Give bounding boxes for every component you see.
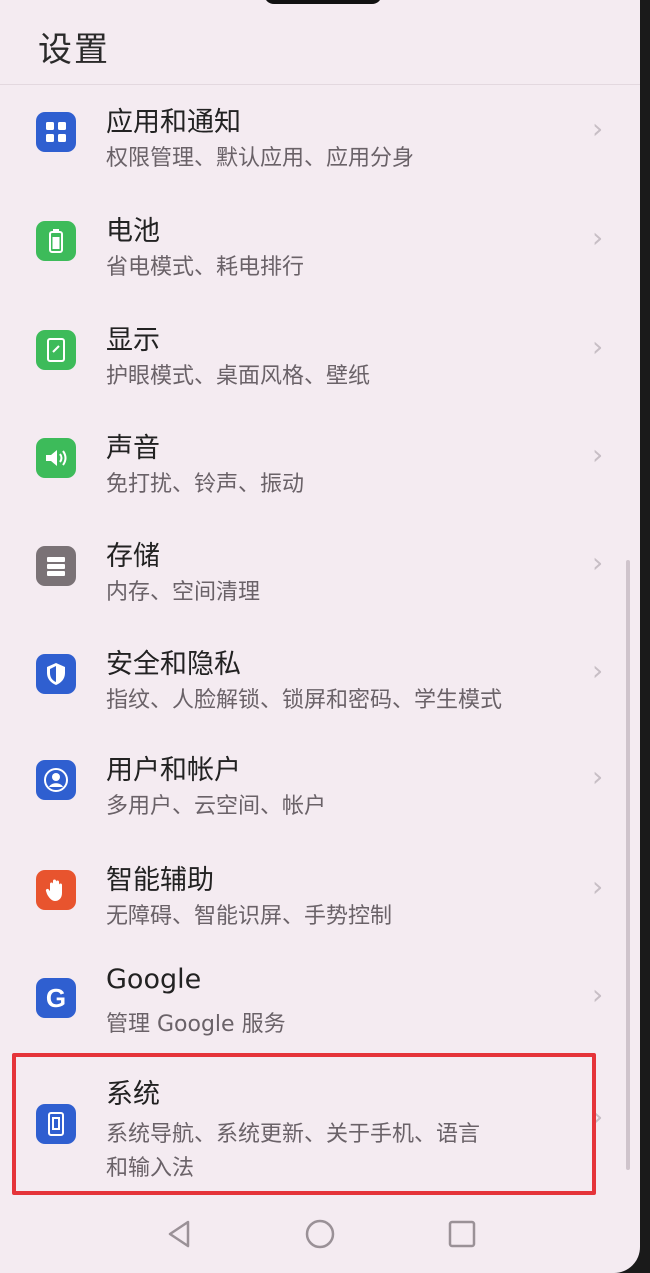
home-icon[interactable] (300, 1214, 340, 1254)
settings-item-label: 声音 (106, 433, 160, 464)
scrollbar[interactable] (626, 560, 630, 1170)
chevron-right-icon: › (592, 221, 604, 254)
shield-icon (36, 654, 76, 694)
settings-item-accounts[interactable]: 用户和帐户 多用户、云空间、帐户 › (0, 736, 640, 844)
user-icon (36, 760, 76, 800)
display-icon (36, 330, 76, 370)
chevron-right-icon: › (592, 654, 604, 687)
chevron-right-icon: › (592, 760, 604, 793)
header-divider (0, 84, 640, 85)
settings-item-storage[interactable]: 存储 内存、空间清理 › (0, 522, 640, 630)
settings-item-description: 权限管理、默认应用、应用分身 (106, 146, 415, 171)
settings-item-assist[interactable]: 智能辅助 无障碍、智能识屏、手势控制 › (0, 846, 640, 954)
settings-item-display[interactable]: 显示 护眼模式、桌面风格、壁纸 › (0, 306, 640, 414)
settings-item-apps[interactable]: 应用和通知 权限管理、默认应用、应用分身 › (0, 88, 640, 196)
settings-item-description: 管理 Google 服务 (106, 1012, 286, 1037)
settings-item-sound[interactable]: 声音 免打扰、铃声、振动 › (0, 414, 640, 522)
settings-item-description: 免打扰、铃声、振动 (106, 472, 305, 497)
settings-item-description: 多用户、云空间、帐户 (106, 794, 327, 819)
settings-item-label: 电池 (106, 216, 160, 247)
apps-grid-icon (36, 112, 76, 152)
settings-item-description: 省电模式、耗电排行 (106, 255, 305, 280)
highlight-box (12, 1053, 596, 1195)
chevron-right-icon: › (592, 112, 604, 145)
back-icon[interactable] (160, 1214, 200, 1254)
settings-item-label: 存储 (106, 541, 160, 572)
settings-item-description: 无障碍、智能识屏、手势控制 (106, 904, 393, 929)
speaker-icon (36, 438, 76, 478)
battery-icon (36, 221, 76, 261)
chevron-right-icon: › (592, 546, 604, 579)
settings-item-label: 智能辅助 (106, 865, 214, 896)
settings-item-security[interactable]: 安全和隐私 指纹、人脸解锁、锁屏和密码、学生模式 › (0, 630, 640, 738)
settings-item-battery[interactable]: 电池 省电模式、耗电排行 › (0, 197, 640, 305)
chevron-right-icon: › (592, 870, 604, 903)
settings-item-label: 用户和帐户 (106, 755, 241, 786)
camera-notch (264, 0, 382, 4)
hand-icon (36, 870, 76, 910)
settings-item-description: 护眼模式、桌面风格、壁纸 (106, 364, 371, 389)
settings-item-label: Google (106, 964, 202, 995)
settings-item-description: 指纹、人脸解锁、锁屏和密码、学生模式 (106, 688, 503, 713)
page-title: 设置 (38, 30, 110, 70)
settings-item-label: 应用和通知 (106, 107, 241, 138)
settings-item-label: 显示 (106, 325, 160, 356)
settings-item-label: 安全和隐私 (106, 649, 241, 680)
chevron-right-icon: › (592, 978, 604, 1011)
chevron-right-icon: › (592, 438, 604, 471)
google-icon: G (36, 978, 76, 1018)
settings-item-google[interactable]: G Google 管理 Google 服务 › (0, 954, 640, 1062)
settings-screen: 设置 应用和通知 权限管理、默认应用、应用分身 › 电池 省电模式、耗电排行 ›… (0, 0, 640, 1273)
recents-icon[interactable] (442, 1214, 482, 1254)
storage-icon (36, 546, 76, 586)
navigation-bar (0, 1200, 640, 1273)
settings-item-description: 内存、空间清理 (106, 580, 261, 605)
chevron-right-icon: › (592, 330, 604, 363)
